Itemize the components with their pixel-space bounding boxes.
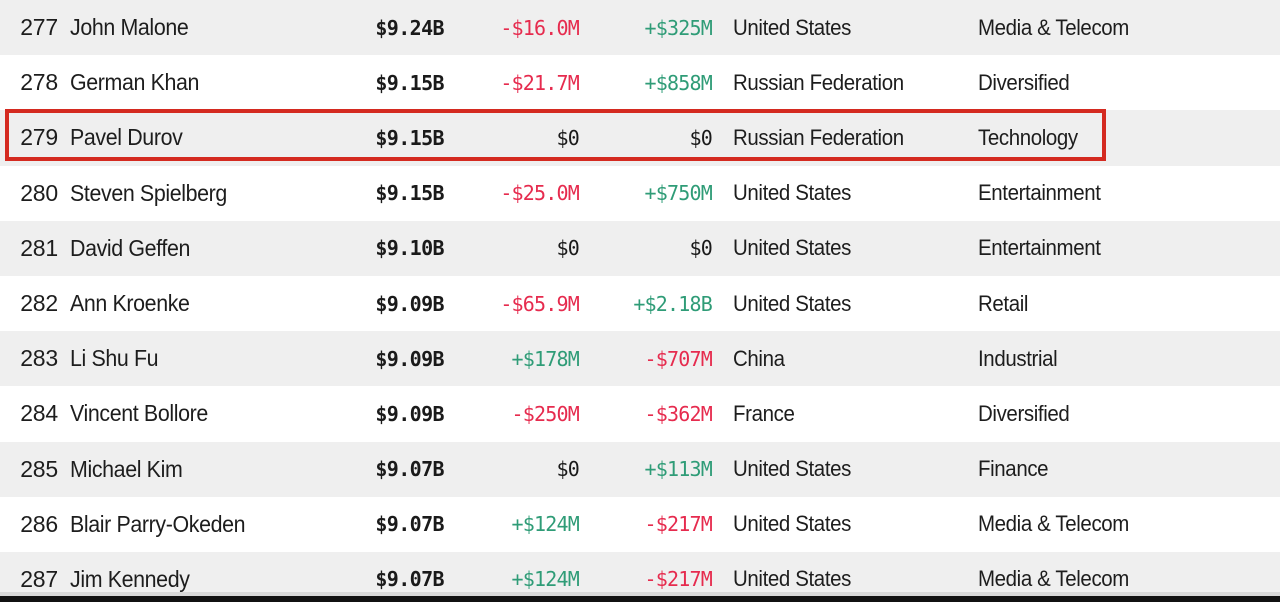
cell-net-worth: $9.07B <box>375 457 444 482</box>
cell-ytd-change: -$362M <box>644 401 713 426</box>
cell-industry: Media & Telecom <box>978 14 1129 40</box>
cell-country: United States <box>733 456 852 482</box>
cell-country: Russian Federation <box>733 69 904 95</box>
cell-country: United States <box>733 14 852 40</box>
cell-ytd-change: $0 <box>689 125 713 150</box>
table-row[interactable]: 284 Vincent Bollore $9.09B -$250M -$362M Fran… <box>0 386 1280 442</box>
table-row[interactable]: 278 German Khan $9.15B -$21.7M +$858M Russian… <box>0 55 1280 111</box>
cell-industry: Diversified <box>978 400 1070 426</box>
cell-country: United States <box>733 235 852 261</box>
cell-rank: 279 <box>20 124 58 151</box>
cell-ytd-change: +$2.18B <box>633 291 712 316</box>
table-row[interactable]: 286 Blair Parry-Okeden $9.07B +$124M -$217M U… <box>0 496 1280 552</box>
cell-last-change: -$21.7M <box>500 70 579 95</box>
cell-last-change: -$16.0M <box>500 15 579 40</box>
cell-net-worth: $9.15B <box>375 181 444 206</box>
cell-ytd-change: +$750M <box>644 181 713 206</box>
table-row[interactable]: 277 John Malone $9.24B -$16.0M +$325M United … <box>0 0 1280 56</box>
rankings-table: 277 John Malone $9.24B -$16.0M +$325M United … <box>0 0 1280 602</box>
cell-ytd-change: +$858M <box>644 70 713 95</box>
cell-rank: 285 <box>20 455 58 482</box>
cell-ytd-change: -$217M <box>644 512 713 537</box>
cell-industry: Industrial <box>978 345 1058 371</box>
cell-rank: 284 <box>20 400 58 427</box>
cell-industry: Diversified <box>978 69 1070 95</box>
cell-industry: Retail <box>978 290 1029 316</box>
cell-last-change: $0 <box>556 457 580 482</box>
cell-last-change: $0 <box>556 236 580 261</box>
cell-ytd-change: +$325M <box>644 15 713 40</box>
cell-ytd-change: +$113M <box>644 457 713 482</box>
cell-country: China <box>733 345 785 371</box>
cell-rank: 286 <box>20 510 58 537</box>
table-row[interactable]: 282 Ann Kroenke $9.09B -$65.9M +$2.18B United… <box>0 275 1280 332</box>
cell-net-worth: $9.09B <box>375 291 444 316</box>
cell-last-change: +$178M <box>511 346 580 371</box>
cell-industry: Media & Telecom <box>978 511 1129 537</box>
billionaires-ranking-table-screen: 277 John Malone $9.24B -$16.0M +$325M United … <box>0 0 1280 602</box>
cell-country: France <box>733 400 795 426</box>
cell-net-worth: $9.09B <box>375 346 444 371</box>
cell-net-worth: $9.24B <box>375 15 444 40</box>
cell-net-worth: $9.10B <box>375 236 444 261</box>
bottom-black-bar <box>0 596 1280 602</box>
cell-industry: Media & Telecom <box>978 566 1129 592</box>
cell-country: United States <box>733 511 852 537</box>
cell-net-worth: $9.09B <box>375 401 444 426</box>
cell-country: Russian Federation <box>733 124 904 150</box>
table-row[interactable]: 279 Pavel Durov $9.15B $0 $0 Russian Federati… <box>0 110 1280 166</box>
cell-last-change: +$124M <box>511 512 580 537</box>
cell-rank: 280 <box>20 179 58 206</box>
table-row[interactable]: 280 Steven Spielberg $9.15B -$25.0M +$750M Un… <box>0 165 1280 221</box>
cell-industry: Entertainment <box>978 180 1101 206</box>
cell-rank: 277 <box>20 14 58 41</box>
cell-net-worth: $9.15B <box>375 125 444 150</box>
cell-last-change: -$250M <box>511 401 580 426</box>
cell-ytd-change: -$217M <box>644 567 713 592</box>
cell-last-change: -$25.0M <box>500 181 579 206</box>
cell-industry: Finance <box>978 456 1049 482</box>
cell-rank: 287 <box>20 565 58 592</box>
cell-rank: 282 <box>20 290 58 317</box>
cell-net-worth: $9.15B <box>375 70 444 95</box>
table-row[interactable]: 281 David Geffen $9.10B $0 $0 United States En… <box>0 220 1280 276</box>
cell-last-change: +$124M <box>511 567 580 592</box>
cell-last-change: $0 <box>556 125 580 150</box>
cell-industry: Entertainment <box>978 235 1101 261</box>
cell-country: United States <box>733 180 852 206</box>
cell-rank: 281 <box>20 234 58 261</box>
cell-rank: 278 <box>20 69 58 96</box>
cell-net-worth: $9.07B <box>375 567 444 592</box>
cell-net-worth: $9.07B <box>375 512 444 537</box>
cell-rank: 283 <box>20 345 58 372</box>
cell-last-change: -$65.9M <box>500 291 579 316</box>
table-row[interactable]: 283 Li Shu Fu $9.09B +$178M -$707M China Indus… <box>0 331 1280 387</box>
cell-ytd-change: $0 <box>689 236 713 261</box>
cell-ytd-change: -$707M <box>644 346 713 371</box>
cell-country: United States <box>733 566 852 592</box>
cell-country: United States <box>733 290 852 316</box>
cell-industry: Technology <box>978 124 1078 150</box>
table-row[interactable]: 285 Michael Kim $9.07B $0 +$113M United State… <box>0 441 1280 497</box>
